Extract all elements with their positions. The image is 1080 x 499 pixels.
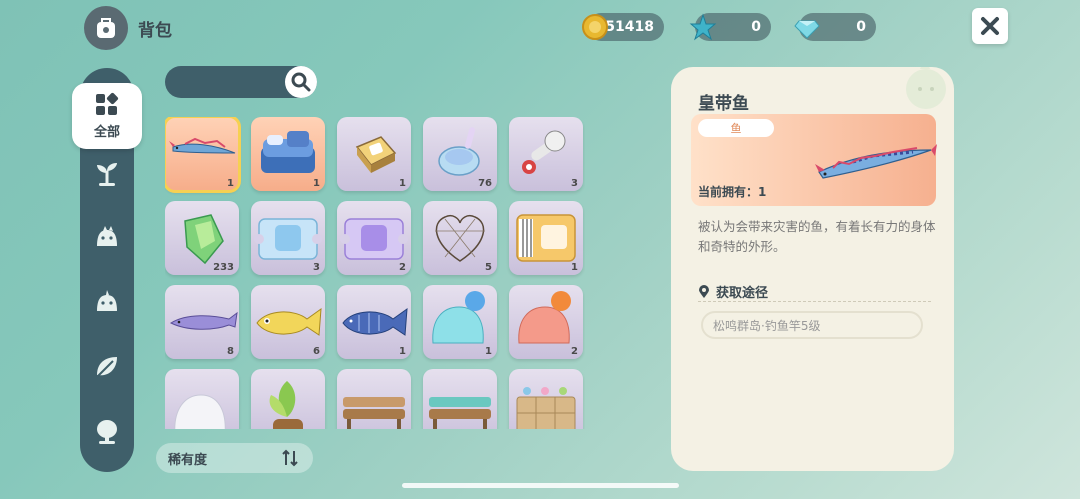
item-count: 3	[571, 178, 578, 189]
bench-icon	[343, 397, 405, 429]
item-red-slime[interactable]: 2	[509, 285, 583, 359]
item-name: 皇带鱼	[698, 94, 749, 114]
tree-icon	[97, 420, 117, 444]
source-title: 获取途径	[716, 286, 769, 301]
item-count: 1	[571, 262, 578, 273]
item-green-crystal[interactable]: 233	[165, 201, 239, 275]
star-counter: 0	[689, 13, 771, 41]
rarity-sort-button[interactable]: 稀有度	[156, 443, 313, 473]
category-tree-tab[interactable]	[90, 414, 124, 448]
item-count: 1	[399, 346, 406, 357]
white-slime-icon	[174, 394, 226, 429]
category-creature-tab-2[interactable]	[90, 284, 124, 318]
item-piano-ticket[interactable]: 1	[509, 201, 583, 275]
item-teal-bench[interactable]	[423, 369, 497, 429]
item-count: 1	[313, 178, 320, 189]
item-white-slime[interactable]	[165, 369, 239, 429]
potted-plant-icon	[269, 381, 303, 429]
item-purple-ticket[interactable]: 2	[337, 201, 411, 275]
item-count: 2	[399, 262, 406, 273]
shelf-icon	[516, 387, 576, 429]
owned-count: 当前拥有：1	[698, 185, 767, 199]
item-blue-fish[interactable]: 1	[337, 285, 411, 359]
item-grid: 1 1 1 76 3 233 3 2 5 1 8 6 1 1 2	[165, 117, 585, 429]
grid-all-icon	[96, 92, 119, 115]
close-button[interactable]	[972, 8, 1008, 44]
search-icon	[291, 72, 311, 92]
item-blue-bed[interactable]: 1	[251, 117, 325, 191]
home-indicator[interactable]	[402, 483, 679, 488]
item-count: 1	[227, 178, 234, 189]
oarfish-icon	[815, 144, 937, 179]
item-cat-sign-box[interactable]: 1	[337, 117, 411, 191]
item-wood-bench[interactable]	[337, 369, 411, 429]
divider	[698, 301, 931, 302]
source-heading: 获取途径	[698, 282, 768, 301]
creature-face-icon	[97, 226, 117, 246]
item-count: 2	[571, 346, 578, 357]
category-leaf-tab[interactable]	[90, 350, 124, 384]
close-icon	[981, 17, 999, 35]
category-sprout-tab[interactable]	[90, 156, 124, 190]
coin-counter: 51418	[582, 13, 664, 41]
gem-counter: 0	[794, 13, 876, 41]
gold-coin-icon	[579, 11, 611, 43]
item-blue-potion[interactable]: 76	[423, 117, 497, 191]
backpack-icon	[84, 6, 128, 50]
item-count: 76	[478, 178, 492, 189]
category-creature-tab[interactable]	[90, 219, 124, 253]
item-description: 被认为会带来灾害的鱼，有着长有力的身体和奇特的外形。	[698, 219, 936, 254]
item-shelf[interactable]	[509, 369, 583, 429]
blue-star-icon	[687, 11, 719, 43]
sprout-icon	[97, 163, 117, 186]
leaf-icon	[96, 357, 117, 378]
item-count: 233	[213, 262, 234, 273]
source-entry[interactable]: 松鸣群岛·钓鱼竿5级	[701, 311, 923, 339]
creature-deco-icon	[906, 67, 946, 109]
gem-icon	[791, 11, 823, 43]
item-blue-slime[interactable]: 1	[423, 285, 497, 359]
item-type-tag: 鱼	[698, 119, 774, 137]
bench-icon	[429, 397, 491, 429]
item-count: 1	[485, 346, 492, 357]
gem-value: 0	[856, 19, 866, 35]
star-value: 0	[751, 19, 761, 35]
category-all-label: 全部	[93, 125, 120, 140]
item-potted-plant[interactable]	[251, 369, 325, 429]
item-oarfish[interactable]: 1	[165, 117, 241, 193]
search-button[interactable]	[285, 66, 317, 98]
item-wire-heart[interactable]: 5	[423, 201, 497, 275]
item-count: 1	[399, 178, 406, 189]
item-count: 5	[485, 262, 492, 273]
creature-face-icon	[97, 290, 117, 311]
item-count: 8	[227, 346, 234, 357]
rarity-label: 稀有度	[168, 452, 208, 468]
item-count: 3	[313, 262, 320, 273]
item-count: 6	[313, 346, 320, 357]
coin-value: 51418	[605, 19, 654, 35]
page-title: 背包	[138, 21, 172, 41]
category-all-tab[interactable]: 全部	[72, 83, 142, 149]
location-pin-icon	[699, 284, 709, 298]
item-preview-card: 鱼 当前拥有：1	[691, 114, 937, 206]
item-yellow-fish[interactable]: 6	[251, 285, 325, 359]
item-blue-ticket[interactable]: 3	[251, 201, 325, 275]
item-purple-sturgeon[interactable]: 8	[165, 285, 239, 359]
sort-icon	[282, 449, 298, 467]
item-mushroom-lamp[interactable]: 3	[509, 117, 583, 191]
item-detail-panel: 皇带鱼 鱼 当前拥有：1 被认为会带来灾害的鱼，有着长有力的身体和奇特的外形。 …	[671, 67, 954, 471]
